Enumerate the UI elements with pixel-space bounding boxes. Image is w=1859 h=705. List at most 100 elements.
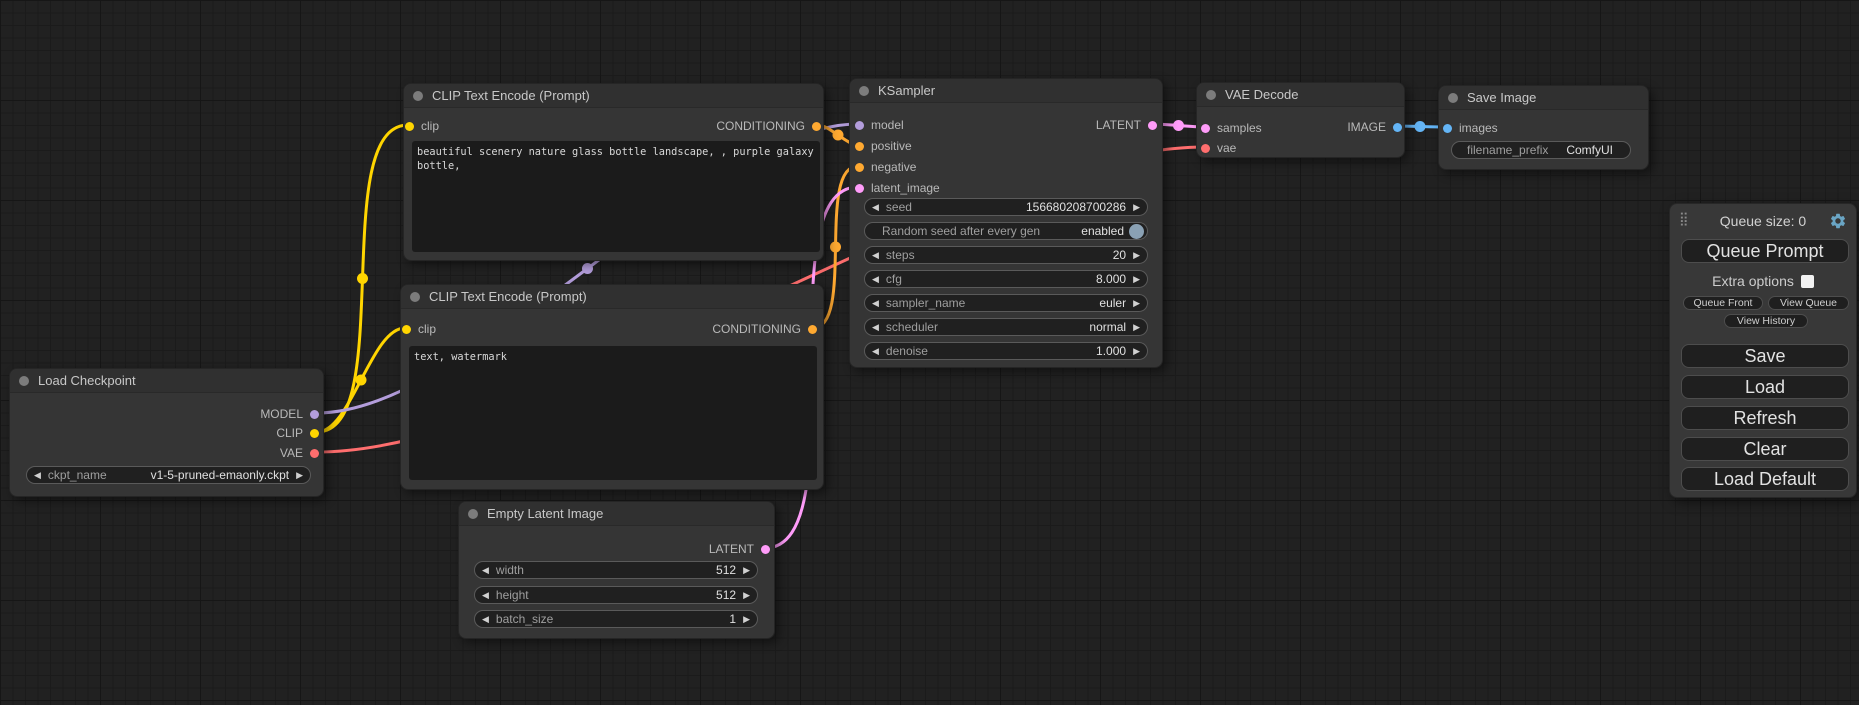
collapse-dot[interactable] [413, 91, 423, 101]
collapse-dot[interactable] [1448, 93, 1458, 103]
collapse-dot[interactable] [410, 292, 420, 302]
node-load-checkpoint[interactable]: Load Checkpoint MODEL CLIP VAE ◀ ckpt_na… [9, 368, 324, 497]
input-clip[interactable]: clip [405, 119, 439, 133]
left-arrow-icon[interactable]: ◀ [34, 471, 41, 480]
output-conditioning[interactable]: CONDITIONING [712, 322, 817, 336]
input-vae[interactable]: vae [1201, 141, 1236, 155]
node-title-bar[interactable]: Empty Latent Image [459, 502, 774, 526]
left-arrow-icon[interactable]: ◀ [482, 591, 489, 600]
filename-prefix-widget[interactable]: filename_prefix ComfyUI [1451, 141, 1631, 159]
output-model[interactable]: MODEL [260, 407, 319, 421]
image-port-dot[interactable] [1393, 123, 1402, 132]
model-port-dot[interactable] [310, 410, 319, 419]
save-button[interactable]: Save [1681, 344, 1849, 368]
right-arrow-icon[interactable]: ▶ [1133, 275, 1140, 284]
steps-widget[interactable]: ◀ steps 20 ▶ [864, 246, 1148, 264]
node-vae-decode[interactable]: VAE Decode samples vae IMAGE [1196, 82, 1405, 158]
collapse-dot[interactable] [19, 376, 29, 386]
seed-widget[interactable]: ◀ seed 156680208700286 ▶ [864, 198, 1148, 216]
toggle-knob[interactable] [1129, 224, 1144, 239]
view-history-button[interactable]: View History [1724, 314, 1808, 328]
prompt-textarea[interactable]: beautiful scenery nature glass bottle la… [412, 141, 820, 252]
node-title-bar[interactable]: CLIP Text Encode (Prompt) [404, 84, 823, 108]
node-title-bar[interactable]: Load Checkpoint [10, 369, 323, 393]
latent-port-dot[interactable] [761, 545, 770, 554]
ckpt-name-widget[interactable]: ◀ ckpt_name v1-5-pruned-emaonly.ckpt ▶ [26, 466, 311, 484]
clip-port-dot[interactable] [405, 122, 414, 131]
input-negative[interactable]: negative [855, 160, 916, 174]
input-clip[interactable]: clip [402, 322, 436, 336]
node-empty-latent-image[interactable]: Empty Latent Image LATENT ◀ width 512 ▶ … [458, 501, 775, 639]
output-latent[interactable]: LATENT [709, 542, 770, 556]
node-title-bar[interactable]: Save Image [1439, 86, 1648, 110]
batch-size-widget[interactable]: ◀ batch_size 1 ▶ [474, 610, 758, 628]
node-ksampler[interactable]: KSampler model positive negative latent_… [849, 78, 1163, 368]
collapse-dot[interactable] [1206, 90, 1216, 100]
node-clip-text-encode-positive[interactable]: CLIP Text Encode (Prompt) clip CONDITION… [403, 83, 824, 261]
left-arrow-icon[interactable]: ◀ [872, 299, 879, 308]
output-clip[interactable]: CLIP [276, 426, 319, 440]
cfg-widget[interactable]: ◀ cfg 8.000 ▶ [864, 270, 1148, 288]
output-latent[interactable]: LATENT [1096, 118, 1157, 132]
input-samples[interactable]: samples [1201, 121, 1262, 135]
width-widget[interactable]: ◀ width 512 ▶ [474, 561, 758, 579]
left-arrow-icon[interactable]: ◀ [872, 347, 879, 356]
input-model[interactable]: model [855, 118, 904, 132]
output-vae[interactable]: VAE [280, 446, 319, 460]
left-arrow-icon[interactable]: ◀ [872, 323, 879, 332]
right-arrow-icon[interactable]: ▶ [1133, 251, 1140, 260]
right-arrow-icon[interactable]: ▶ [1133, 323, 1140, 332]
conditioning-port-dot[interactable] [855, 163, 864, 172]
sampler-name-widget[interactable]: ◀ sampler_name euler ▶ [864, 294, 1148, 312]
conditioning-port-dot[interactable] [855, 142, 864, 151]
vae-port-dot[interactable] [310, 449, 319, 458]
latent-port-dot[interactable] [1201, 124, 1210, 133]
clip-port-dot[interactable] [402, 325, 411, 334]
clip-port-dot[interactable] [310, 429, 319, 438]
collapse-dot[interactable] [468, 509, 478, 519]
denoise-widget[interactable]: ◀ denoise 1.000 ▶ [864, 342, 1148, 360]
collapse-dot[interactable] [859, 86, 869, 96]
queue-panel[interactable]: ⣿ Queue size: 0 Queue Prompt Extra optio… [1669, 203, 1857, 498]
right-arrow-icon[interactable]: ▶ [743, 591, 750, 600]
load-default-button[interactable]: Load Default [1681, 467, 1849, 491]
node-title-bar[interactable]: CLIP Text Encode (Prompt) [401, 285, 823, 309]
output-conditioning[interactable]: CONDITIONING [716, 119, 821, 133]
left-arrow-icon[interactable]: ◀ [872, 251, 879, 260]
view-queue-button[interactable]: View Queue [1768, 296, 1849, 310]
comfyui-canvas[interactable]: { "colors": { "model": "#B39DDB", "clip"… [0, 0, 1859, 705]
input-positive[interactable]: positive [855, 139, 912, 153]
load-button[interactable]: Load [1681, 375, 1849, 399]
extra-options-checkbox[interactable] [1801, 275, 1814, 288]
right-arrow-icon[interactable]: ▶ [743, 566, 750, 575]
image-port-dot[interactable] [1443, 124, 1452, 133]
node-title-bar[interactable]: VAE Decode [1197, 83, 1404, 107]
conditioning-port-dot[interactable] [808, 325, 817, 334]
model-port-dot[interactable] [855, 121, 864, 130]
node-title-bar[interactable]: KSampler [850, 79, 1162, 103]
right-arrow-icon[interactable]: ▶ [1133, 203, 1140, 212]
queue-front-button[interactable]: Queue Front [1683, 296, 1763, 310]
left-arrow-icon[interactable]: ◀ [872, 203, 879, 212]
conditioning-port-dot[interactable] [812, 122, 821, 131]
node-save-image[interactable]: Save Image images filename_prefix ComfyU… [1438, 85, 1649, 170]
input-images[interactable]: images [1443, 121, 1498, 135]
queue-prompt-button[interactable]: Queue Prompt [1681, 239, 1849, 263]
prompt-textarea[interactable]: text, watermark [409, 346, 817, 480]
left-arrow-icon[interactable]: ◀ [482, 615, 489, 624]
settings-gear-icon[interactable] [1829, 212, 1847, 230]
left-arrow-icon[interactable]: ◀ [482, 566, 489, 575]
node-clip-text-encode-negative[interactable]: CLIP Text Encode (Prompt) clip CONDITION… [400, 284, 824, 490]
output-image[interactable]: IMAGE [1347, 120, 1402, 134]
latent-port-dot[interactable] [855, 184, 864, 193]
refresh-button[interactable]: Refresh [1681, 406, 1849, 430]
left-arrow-icon[interactable]: ◀ [872, 275, 879, 284]
right-arrow-icon[interactable]: ▶ [1133, 347, 1140, 356]
right-arrow-icon[interactable]: ▶ [743, 615, 750, 624]
latent-port-dot[interactable] [1148, 121, 1157, 130]
random-seed-toggle-widget[interactable]: Random seed after every gen enabled [864, 222, 1148, 240]
clear-button[interactable]: Clear [1681, 437, 1849, 461]
right-arrow-icon[interactable]: ▶ [296, 471, 303, 480]
right-arrow-icon[interactable]: ▶ [1133, 299, 1140, 308]
height-widget[interactable]: ◀ height 512 ▶ [474, 586, 758, 604]
